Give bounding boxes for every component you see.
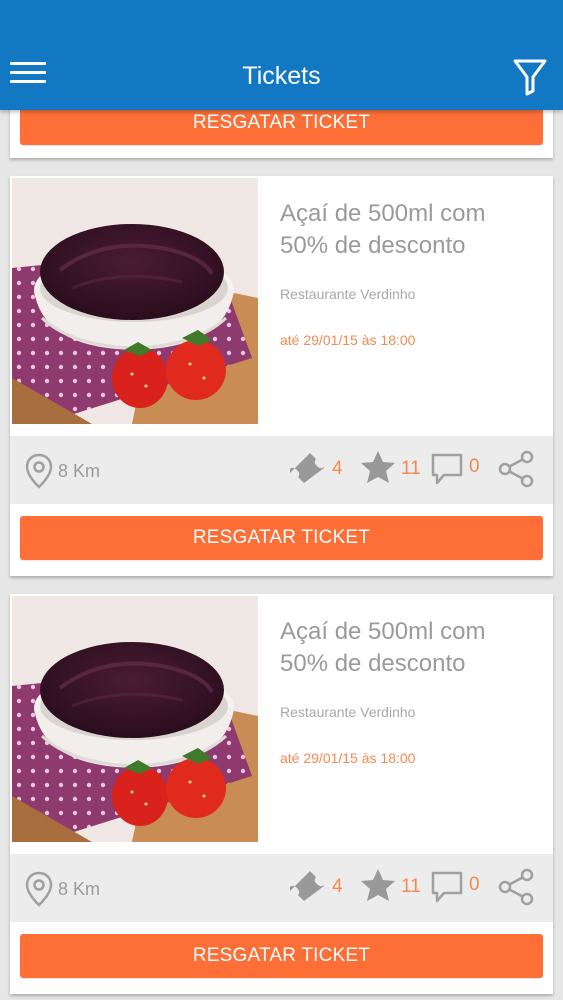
ticket-meta-row: 8 Km 4 11 0 <box>10 854 553 922</box>
star-icon[interactable] <box>359 449 397 485</box>
distance-label: 8 Km <box>58 461 101 481</box>
tickets-count: 4 <box>332 458 343 479</box>
share-icon[interactable] <box>497 868 535 906</box>
ticket-deadline: até 29/01/15 às 18:00 <box>280 750 416 766</box>
redeem-ticket-button[interactable]: RESGATAR TICKET <box>20 934 543 978</box>
ticket-card: Açaí de 500ml com 50% de desconto Restau… <box>10 176 553 576</box>
share-icon[interactable] <box>497 450 535 488</box>
star-icon[interactable] <box>359 867 397 903</box>
ticket-icon <box>290 453 324 483</box>
comment-icon[interactable] <box>430 452 464 486</box>
comments-count: 0 <box>469 874 480 895</box>
restaurant-name: Restaurante Verdinho <box>280 704 416 720</box>
restaurant-name: Restaurante Verdinho <box>280 286 416 302</box>
acai-bowl-image <box>12 178 258 424</box>
ticket-icon <box>290 871 324 901</box>
app-header: Tickets <box>0 0 563 110</box>
page-title: Tickets <box>242 62 321 90</box>
filter-icon[interactable] <box>512 58 548 96</box>
ticket-title: Açaí de 500ml com 50% de desconto <box>280 200 486 259</box>
ticket-card: Açaí de 500ml com 50% de desconto Restau… <box>10 594 553 994</box>
stars-count: 11 <box>401 458 421 479</box>
comment-icon[interactable] <box>430 870 464 904</box>
ticket-deadline: até 29/01/15 às 18:00 <box>280 332 416 348</box>
redeem-ticket-button[interactable]: RESGATAR TICKET <box>20 516 543 560</box>
ticket-title: Açaí de 500ml com 50% de desconto <box>280 618 486 677</box>
ticket-meta-row: 8 Km 4 11 0 <box>10 436 553 504</box>
stars-count: 11 <box>401 876 421 897</box>
location-pin-icon <box>25 453 53 489</box>
distance-label: 8 Km <box>58 879 101 899</box>
tickets-count: 4 <box>332 876 343 897</box>
location-pin-icon <box>25 871 53 907</box>
acai-bowl-image <box>12 596 258 842</box>
ticket-card-content[interactable]: Açaí de 500ml com 50% de desconto Restau… <box>10 594 553 854</box>
ticket-card-content[interactable]: Açaí de 500ml com 50% de desconto Restau… <box>10 176 553 436</box>
comments-count: 0 <box>469 456 480 477</box>
